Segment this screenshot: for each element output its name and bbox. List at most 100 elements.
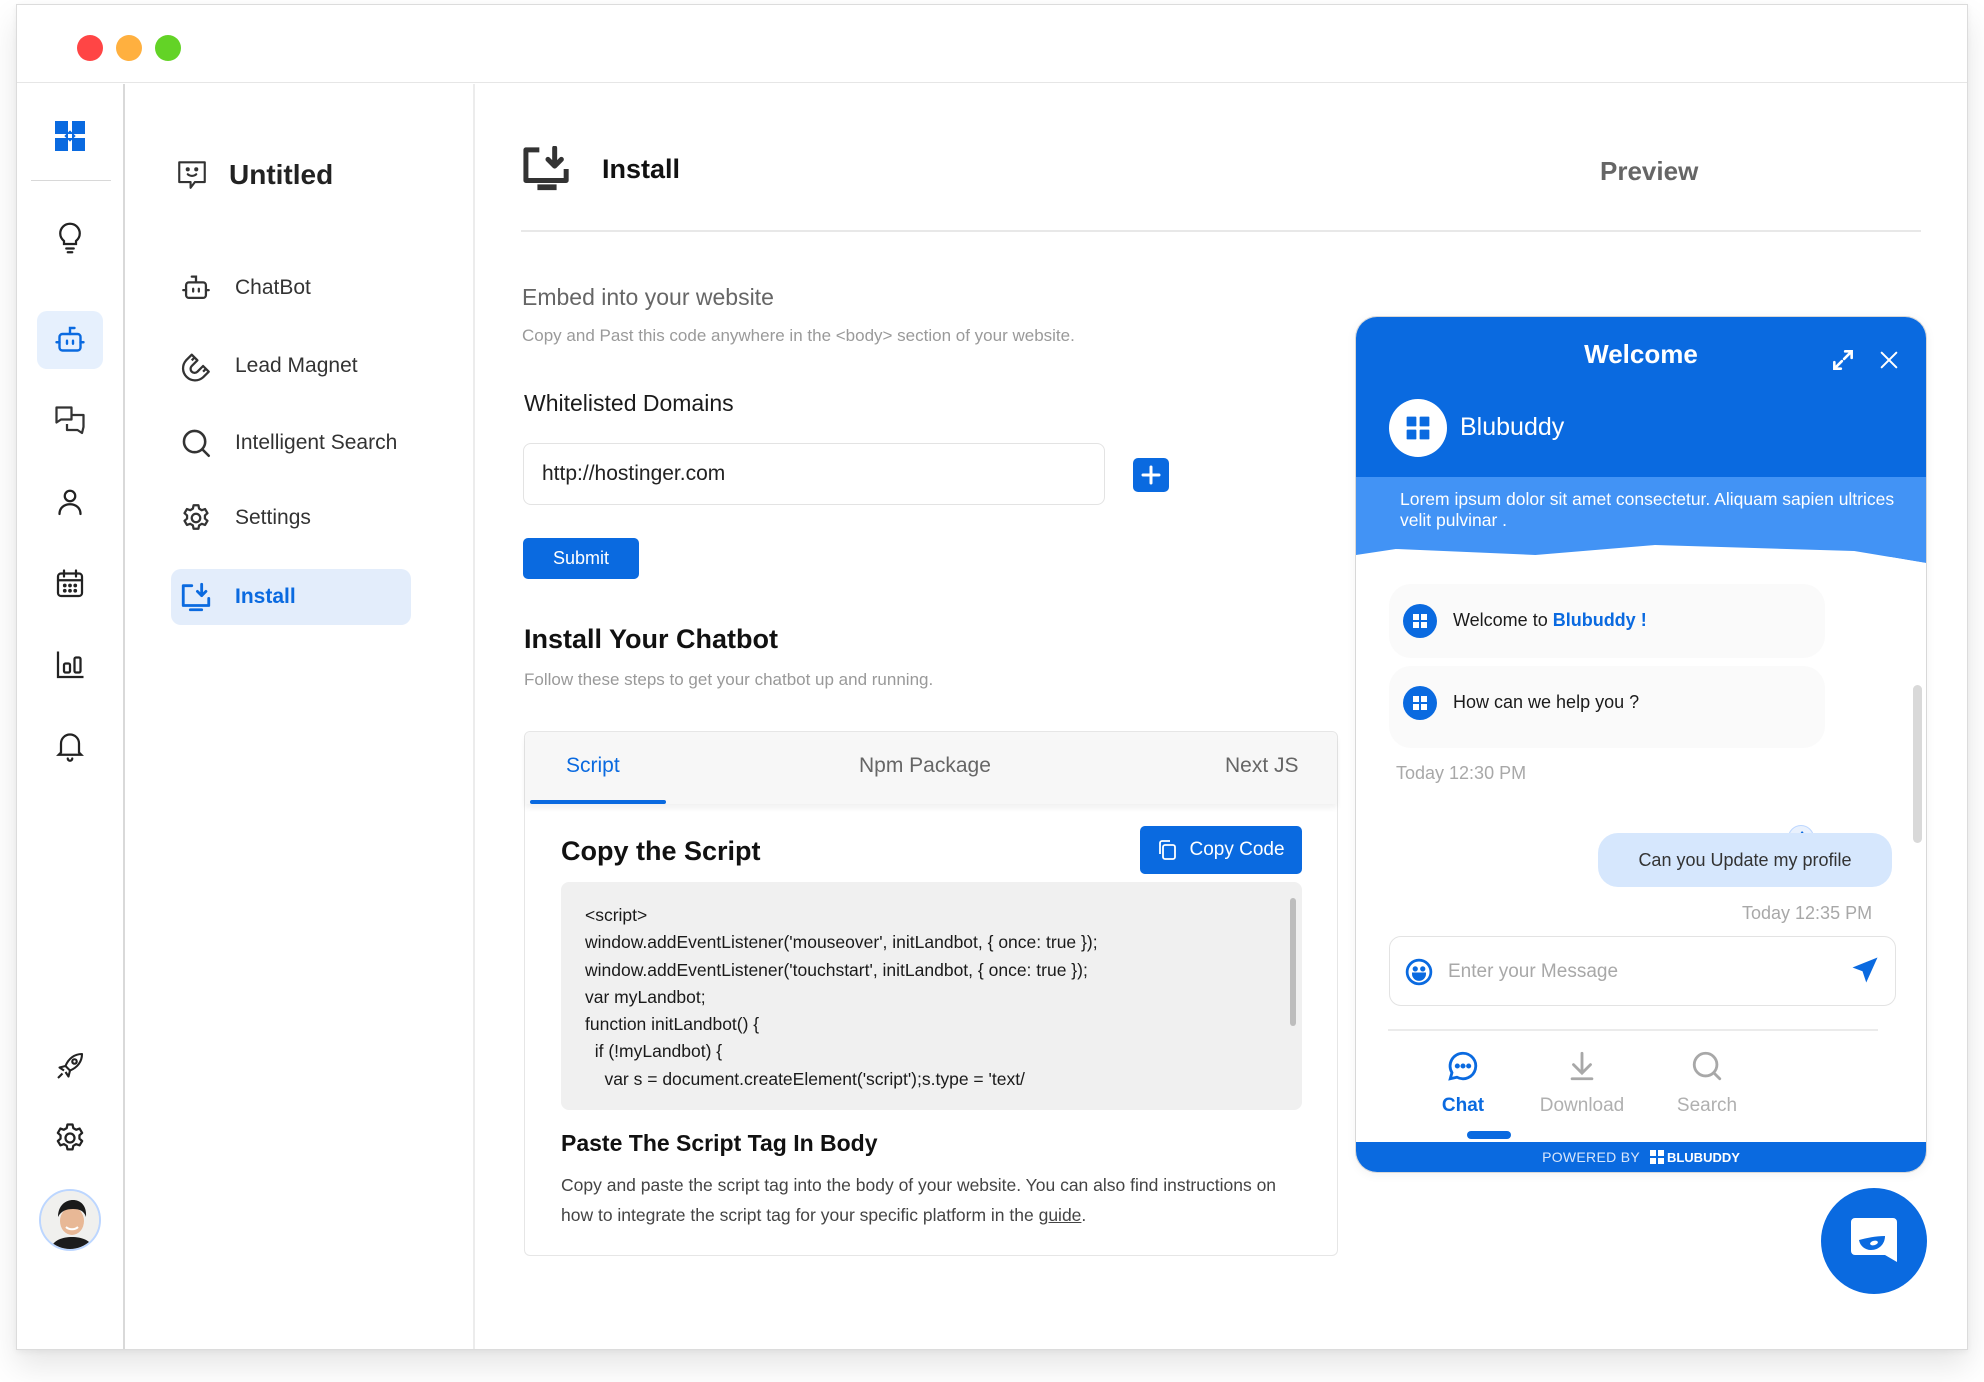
user-avatar-image [41, 1191, 99, 1249]
download-icon [1570, 1051, 1594, 1081]
rail-item-notifications[interactable] [37, 716, 103, 774]
user-icon [58, 489, 82, 516]
widget-scrollbar[interactable] [1913, 685, 1922, 843]
rocket-icon [57, 1052, 84, 1079]
user-timestamp: Today 12:35 PM [1742, 903, 1873, 923]
code-line: window.addEventListener('mouseover', ini… [585, 932, 1098, 953]
blubuddy-logo-icon[interactable] [54, 120, 86, 152]
subnav-item-label: Intelligent Search [235, 431, 398, 454]
bot-avatar [1403, 686, 1437, 720]
code-scrollbar[interactable] [1290, 898, 1296, 1026]
robot-icon [55, 326, 85, 352]
install-card: Script Npm Package Next JS Copy the Scri… [524, 731, 1338, 1256]
subnav-item-lead-magnet[interactable]: Lead Magnet [171, 338, 411, 394]
subnav-item-label: Lead Magnet [235, 354, 358, 377]
powered-brand-name: BLUBUDDY [1666, 1149, 1740, 1165]
bell-icon [56, 733, 84, 762]
window-close-button[interactable] [77, 35, 103, 61]
paste-text: Copy and paste the script tag into the b… [561, 1175, 1277, 1225]
calendar-icon [56, 569, 84, 598]
rail-item-analytics[interactable] [37, 636, 103, 694]
bot-avatar [1403, 604, 1437, 638]
message-input-box [1389, 936, 1896, 1006]
copy-code-button[interactable]: Copy Code [1140, 826, 1302, 874]
blubuddy-logo-icon [1413, 696, 1427, 710]
code-block[interactable]: <script> window.addEventListener('mouseo… [561, 882, 1302, 1110]
powered-by-text: POWERED BY [1542, 1149, 1640, 1165]
submit-button[interactable]: Submit [523, 538, 639, 579]
window-maximize-button[interactable] [155, 35, 181, 61]
message-input[interactable] [1448, 955, 1838, 989]
widget-tab-label: Search [1676, 1095, 1738, 1116]
add-domain-button[interactable] [1133, 458, 1169, 492]
rail-item-settings[interactable] [37, 1109, 103, 1167]
gear-icon [183, 504, 209, 530]
rail-item-contacts[interactable] [37, 473, 103, 531]
subnav-item-intelligent-search[interactable]: Intelligent Search [171, 415, 411, 471]
widget-tab-chat[interactable]: Chat [1398, 1039, 1528, 1117]
rail-item-conversations[interactable] [37, 392, 103, 450]
tab-npm-package[interactable]: Npm Package [859, 754, 991, 778]
copy-icon [1159, 840, 1177, 860]
blubuddy-logo-icon [1406, 416, 1430, 440]
rail-item-chatbots[interactable] [37, 311, 103, 369]
paste-end: . [1081, 1205, 1087, 1225]
bot-title: Untitled [175, 158, 333, 192]
chat-launcher-button[interactable] [1821, 1188, 1927, 1294]
widget-tab-download[interactable]: Download [1517, 1039, 1647, 1117]
widget-tab-label: Chat [1441, 1095, 1485, 1116]
code-line: <script> [585, 905, 648, 925]
widget-divider [1388, 1029, 1878, 1031]
copy-script-title: Copy the Script [561, 836, 761, 866]
close-icon[interactable] [1878, 349, 1900, 371]
plus-icon [1141, 465, 1161, 485]
search-icon [182, 429, 211, 458]
user-message: Can you Update my profile [1598, 833, 1892, 887]
window-minimize-button[interactable] [116, 35, 142, 61]
gear-icon [56, 1123, 84, 1151]
brand-highlight: Blubuddy ! [1552, 610, 1647, 630]
chat-widget-preview: Welcome Blubuddy Lorem ipsum dolor sit a… [1355, 316, 1927, 1173]
send-icon[interactable] [1850, 955, 1880, 985]
tab-script[interactable]: Script [566, 754, 620, 778]
expand-icon[interactable] [1830, 347, 1856, 373]
chatbot-face-icon [178, 161, 206, 189]
tab-next-js[interactable]: Next JS [1225, 754, 1299, 778]
rail-item-calendar[interactable] [37, 555, 103, 613]
domain-input[interactable] [523, 443, 1105, 505]
banner-wave [1356, 533, 1926, 563]
widget-active-tab-indicator [1467, 1131, 1511, 1139]
chat-icon [1448, 1051, 1478, 1081]
subnav-item-install[interactable]: Install [171, 569, 411, 625]
guide-link[interactable]: guide [1039, 1205, 1082, 1225]
bar-chart-icon [56, 651, 84, 679]
message-prefix: Welcome to [1453, 610, 1553, 630]
page-title: Install [602, 153, 681, 184]
blubuddy-logo-icon [1649, 1150, 1664, 1164]
rail-item-launch[interactable] [37, 1037, 103, 1095]
bot-title-text: Untitled [229, 159, 334, 190]
powered-by-footer: POWERED BY BLUBUDDY [1356, 1142, 1926, 1172]
robot-icon [182, 275, 210, 300]
code-line: var myLandbot; [585, 986, 706, 1007]
install-icon [181, 582, 211, 612]
code-line: function initLandbot() { [585, 1014, 760, 1035]
magnet-icon [181, 353, 210, 382]
powered-by-brand[interactable]: BLUBUDDY [1649, 1149, 1740, 1165]
avatar[interactable] [39, 1189, 101, 1251]
widget-banner-text: Lorem ipsum dolor sit amet consectetur. … [1400, 489, 1895, 530]
emoji-icon[interactable] [1404, 957, 1434, 987]
subnav-item-label: Install [235, 585, 296, 608]
bot-timestamp: Today 12:30 PM [1396, 763, 1527, 783]
subnav-item-chatbot[interactable]: ChatBot [171, 260, 411, 316]
bot-message-text: Welcome to Blubuddy ! [1453, 610, 1647, 631]
rail-item-ideas[interactable] [37, 209, 103, 267]
whitelist-title: Whitelisted Domains [524, 390, 734, 416]
widget-tab-search[interactable]: Search [1642, 1039, 1772, 1117]
subnav-item-label: Settings [235, 506, 311, 529]
subnav-item-settings[interactable]: Settings [171, 490, 411, 546]
widget-brand-logo [1389, 399, 1447, 457]
install-subtitle: Follow these steps to get your chatbot u… [524, 670, 934, 689]
bot-message: How can we help you ? [1389, 666, 1825, 748]
chat-bubbles-icon [55, 406, 85, 435]
